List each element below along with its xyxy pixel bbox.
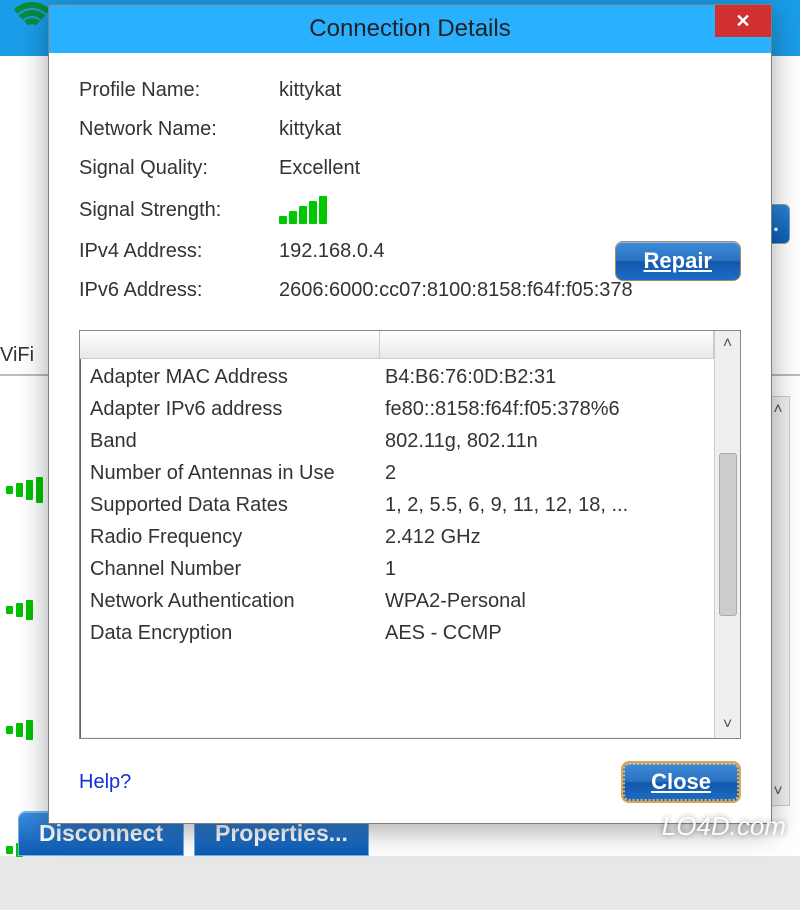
scroll-thumb[interactable]	[719, 453, 737, 616]
table-row[interactable]: Network AuthenticationWPA2-Personal	[90, 585, 704, 617]
detail-key: Adapter IPv6 address	[90, 393, 385, 425]
vifi-label: ViFi	[0, 344, 34, 367]
details-scrollbar[interactable]: ˄ ˅	[714, 331, 740, 738]
network-name-value: kittykat	[279, 118, 741, 141]
details-list: Adapter MAC AddressB4:B6:76:0D:B2:31Adap…	[79, 330, 741, 739]
signal-quality-value: Excellent	[279, 157, 741, 180]
dialog-title: Connection Details	[309, 15, 510, 43]
connection-details-dialog: Connection Details ✕ Profile Name: kitty…	[48, 4, 772, 824]
ipv4-label: IPv4 Address:	[79, 240, 279, 263]
ipv6-label: IPv6 Address:	[79, 279, 279, 302]
detail-key: Radio Frequency	[90, 521, 385, 553]
network-name-label: Network Name:	[79, 118, 279, 141]
detail-key: Supported Data Rates	[90, 489, 385, 521]
detail-value: WPA2-Personal	[385, 585, 704, 617]
signal-quality-label: Signal Quality:	[79, 157, 279, 180]
detail-key: Data Encryption	[90, 617, 385, 649]
table-row[interactable]: Channel Number1	[90, 553, 704, 585]
detail-value: 2	[385, 457, 704, 489]
table-row[interactable]: Number of Antennas in Use2	[90, 457, 704, 489]
profile-name-value: kittykat	[279, 79, 741, 102]
detail-value: 1, 2, 5.5, 6, 9, 11, 12, 18, ...	[385, 489, 704, 521]
detail-key: Network Authentication	[90, 585, 385, 617]
close-icon[interactable]: ✕	[715, 5, 771, 37]
profile-name-label: Profile Name:	[79, 79, 279, 102]
signal-bars-icon	[279, 196, 741, 224]
detail-value: AES - CCMP	[385, 617, 704, 649]
table-row[interactable]: Adapter MAC AddressB4:B6:76:0D:B2:31	[90, 361, 704, 393]
detail-value: 802.11g, 802.11n	[385, 425, 704, 457]
table-row[interactable]: Adapter IPv6 addressfe80::8158:f64f:f05:…	[90, 393, 704, 425]
dialog-titlebar: Connection Details ✕	[49, 5, 771, 53]
detail-value: B4:B6:76:0D:B2:31	[385, 361, 704, 393]
detail-key: Number of Antennas in Use	[90, 457, 385, 489]
chevron-down-icon[interactable]: ˅	[719, 712, 736, 738]
table-row[interactable]: Radio Frequency2.412 GHz	[90, 521, 704, 553]
help-link[interactable]: Help?	[79, 771, 131, 794]
details-header[interactable]	[80, 331, 714, 359]
detail-key: Channel Number	[90, 553, 385, 585]
table-row[interactable]: Supported Data Rates1, 2, 5.5, 6, 9, 11,…	[90, 489, 704, 521]
detail-value: 2.412 GHz	[385, 521, 704, 553]
detail-key: Band	[90, 425, 385, 457]
repair-button[interactable]: Repair	[615, 241, 741, 281]
signal-strength-label: Signal Strength:	[79, 199, 279, 222]
table-row[interactable]: Data EncryptionAES - CCMP	[90, 617, 704, 649]
watermark: LO4D.com	[662, 811, 786, 842]
detail-value: 1	[385, 553, 704, 585]
detail-value: fe80::8158:f64f:f05:378%6	[385, 393, 704, 425]
ipv6-value: 2606:6000:cc07:8100:8158:f64f:f05:378	[279, 279, 741, 302]
chevron-up-icon[interactable]: ˄	[719, 331, 736, 357]
signal-strength-value	[279, 196, 741, 224]
close-button[interactable]: Close	[621, 761, 741, 803]
detail-key: Adapter MAC Address	[90, 361, 385, 393]
table-row[interactable]: Band802.11g, 802.11n	[90, 425, 704, 457]
